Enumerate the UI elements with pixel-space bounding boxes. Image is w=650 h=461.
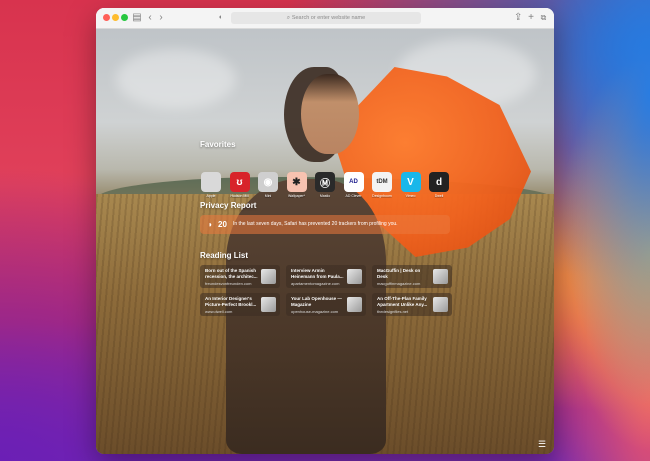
reading-list-url: www.dwell.com <box>205 309 233 314</box>
favorite-icon <box>201 172 221 192</box>
favorite-item[interactable]: Apple <box>200 172 222 198</box>
new-tab-icon[interactable]: + <box>527 11 535 25</box>
reading-list-item[interactable]: Your Lab Openhouse — Magazine openhouse-m… <box>286 293 366 316</box>
reading-list-item[interactable]: Interview Armin Heinemann from Paula... a… <box>286 265 366 288</box>
zoom-window-button[interactable] <box>121 14 128 21</box>
favorite-label: Apple <box>206 194 216 198</box>
privacy-report-card[interactable]: ◗ 20 In the last seven days, Safari has … <box>200 215 450 234</box>
favorite-label: Designboom <box>372 194 392 198</box>
reading-list-title: Born out of the Spanish recession, the a… <box>205 268 258 279</box>
reading-list-url: freundesvonfreunden.com <box>205 281 252 286</box>
favorite-icon: ʊ <box>229 172 250 192</box>
reading-list-item[interactable]: Born out of the Spanish recession, the a… <box>200 265 280 288</box>
reading-list-url: thedesignfiles.net <box>377 309 409 314</box>
privacy-shield-icon[interactable]: ◐ <box>217 11 225 25</box>
forward-icon[interactable]: › <box>157 11 165 25</box>
address-bar[interactable]: ⌕ Search or enter website name <box>231 12 421 24</box>
reading-list-thumbnail <box>261 269 276 284</box>
favorite-label: Wallpaper* <box>288 194 305 198</box>
reading-list-title: Interview Armin Heinemann from Paula... <box>291 268 344 279</box>
favorite-label: Mini <box>264 194 272 198</box>
favorites-heading: Favorites <box>200 140 236 149</box>
reading-list-thumbnail <box>261 297 276 312</box>
favorite-item[interactable]: AD AD Clever <box>343 172 365 198</box>
privacy-report-message: In the last seven days, Safari has preve… <box>233 221 398 227</box>
start-page: Favorites Apple ʊ Hudson Mill ◉ Mini ✱ Wallpap… <box>96 29 554 454</box>
reading-list-item[interactable]: MacGuffin | Desk on Desk macguffinmagazin… <box>372 265 452 288</box>
reading-list-title: An Interior Designer's Picture-Perfect B… <box>205 296 257 307</box>
close-window-button[interactable] <box>103 14 110 21</box>
tracker-count: 20 <box>218 220 227 229</box>
favorite-label: AD Clever <box>345 194 362 198</box>
reading-list-url: apartamentomagazine.com <box>291 281 340 286</box>
reading-list-title: Your Lab Openhouse — Magazine <box>291 296 342 307</box>
reading-list-url: openhouse-magazine.com <box>291 309 339 314</box>
favorite-icon: ◉ <box>258 172 278 192</box>
minimize-window-button[interactable] <box>112 14 119 21</box>
reading-list-thumbnail <box>433 297 448 312</box>
favorite-icon: Ⓜ <box>315 172 335 192</box>
reading-list-item[interactable]: An Interior Designer's Picture-Perfect B… <box>200 293 280 316</box>
favorite-icon: V <box>400 172 421 192</box>
address-bar-placeholder: Search or enter website name <box>291 15 366 21</box>
favorite-icon: ✱ <box>286 172 307 192</box>
favorite-item[interactable]: ◉ Mini <box>257 172 279 198</box>
privacy-report-heading: Privacy Report <box>200 201 257 210</box>
favorite-label: Dwell <box>434 194 444 198</box>
safari-window: ▤ ‹ › ◐ ⌕ Search or enter website name ⇪… <box>96 8 554 454</box>
reading-list-thumbnail <box>347 269 362 284</box>
tab-overview-icon[interactable]: ⧉ <box>539 11 548 25</box>
reading-list-thumbnail <box>347 297 362 312</box>
favorite-item[interactable]: tDM Designboom <box>371 172 393 198</box>
shield-icon: ◗ <box>208 220 213 229</box>
favorite-item[interactable]: d Dwell <box>428 172 450 198</box>
favorite-label: Mastio <box>319 194 331 198</box>
reading-list-title: An Off-The-Plan Family Apartment Unlike … <box>377 296 428 307</box>
favorite-icon: tDM <box>372 172 392 192</box>
favorite-label: Hudson Mill <box>230 194 249 198</box>
favorite-label: Vimeo <box>405 194 416 198</box>
background-person-face <box>301 74 359 154</box>
customize-settings-icon[interactable]: ☰ <box>537 439 547 449</box>
favorite-icon: d <box>429 172 449 192</box>
favorite-item[interactable]: ʊ Hudson Mill <box>229 172 251 198</box>
favorite-item[interactable]: V Vimeo <box>400 172 422 198</box>
back-icon[interactable]: ‹ <box>146 11 154 25</box>
reading-list-thumbnail <box>433 269 448 284</box>
toolbar: ▤ ‹ › ◐ ⌕ Search or enter website name ⇪… <box>96 8 554 29</box>
favorite-item[interactable]: ✱ Wallpaper* <box>286 172 308 198</box>
share-icon[interactable]: ⇪ <box>514 11 522 25</box>
reading-list-title: MacGuffin | Desk on Desk <box>377 268 421 279</box>
favorite-item[interactable]: Ⓜ Mastio <box>314 172 336 198</box>
sidebar-toggle-icon[interactable]: ▤ <box>132 11 142 25</box>
reading-list-item[interactable]: An Off-The-Plan Family Apartment Unlike … <box>372 293 452 316</box>
favorite-icon: AD <box>343 172 364 192</box>
reading-list-heading: Reading List <box>200 251 249 260</box>
reading-list-url: macguffinmagazine.com <box>377 281 421 286</box>
background-cloud <box>116 49 236 109</box>
